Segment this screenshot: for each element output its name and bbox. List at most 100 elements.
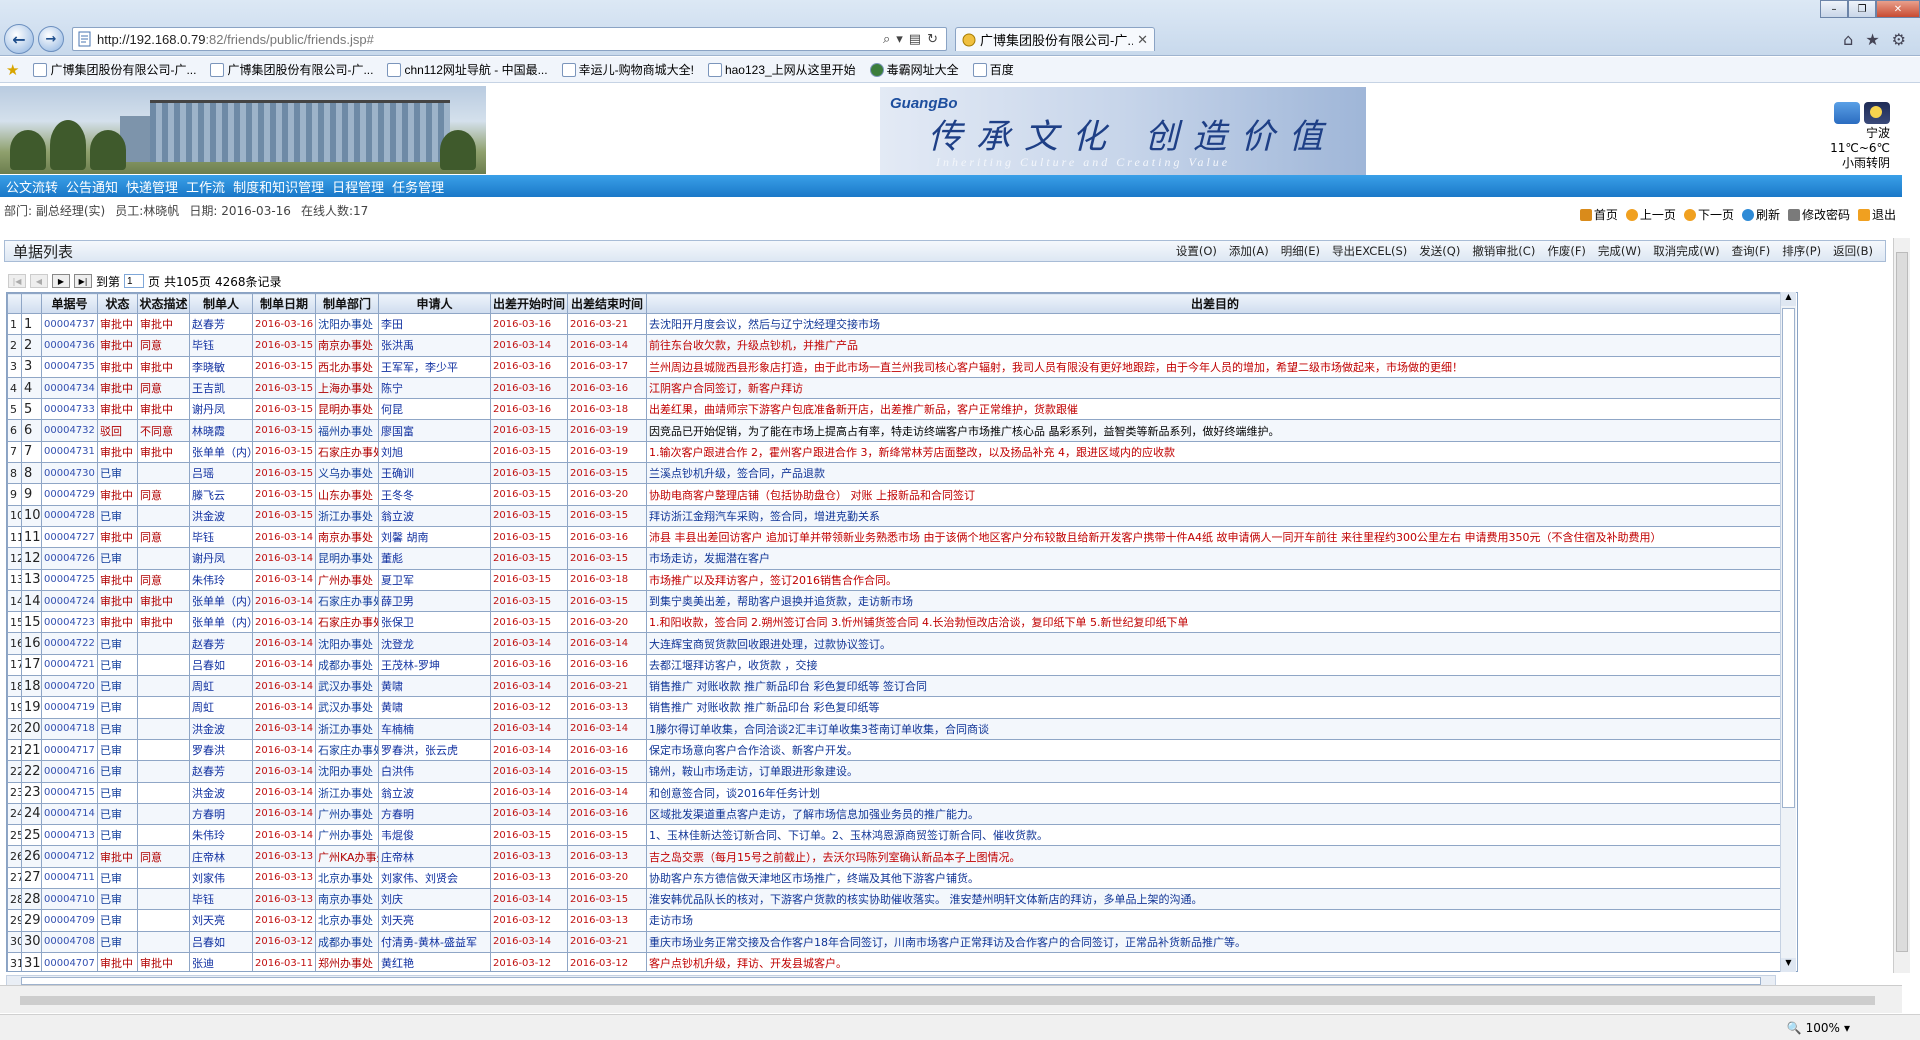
home-icon[interactable]: ⌂ <box>1843 30 1853 49</box>
home-link[interactable]: 首页 <box>1579 206 1618 223</box>
table-row[interactable]: 7 7 00004731 审批中 审批中 张单单（内） 2016-03-15 石家庄办事处 刘旭… <box>7 440 1784 464</box>
refresh-icon[interactable]: ↻ <box>927 32 938 47</box>
column-header[interactable]: 出差结束时间 <box>567 293 647 314</box>
export-excel-button[interactable]: 导出EXCEL(S) <box>1332 243 1407 259</box>
column-header[interactable]: 申请人 <box>378 293 491 314</box>
table-row[interactable]: 292900004709已审刘天亮2016-03-12北京办事处刘天亮2016-… <box>7 909 1784 932</box>
favorite-item[interactable]: 广博集团股份有限公司-广... <box>210 61 373 78</box>
logout-link[interactable]: 退出 <box>1857 206 1896 223</box>
tab-close-icon[interactable]: ✕ <box>1137 32 1148 48</box>
close-window-button[interactable]: ✕ <box>1876 0 1920 18</box>
grid-vertical-scrollbar[interactable]: ▲ ▼ <box>1780 292 1796 972</box>
table-row[interactable]: 252500004713已审朱伟玲2016-03-14广州办事处韦焜俊2016-… <box>7 824 1784 847</box>
column-header[interactable] <box>7 293 22 314</box>
table-row[interactable]: 171700004721已审吕春如2016-03-14成都办事处王茂林-罗坤20… <box>7 653 1784 677</box>
table-row[interactable]: 232300004715已审洪金波2016-03-14浙江办事处翁立波2016-… <box>7 781 1784 804</box>
first-page-button[interactable]: |◀ <box>8 274 26 288</box>
table-row[interactable]: 1 1 00004737 审批中 审批中 赵春芳 2016-03-16 沈阳办事处 李田 2016… <box>7 312 1784 336</box>
table-row[interactable]: 191900004719已审周虹2016-03-14武汉办事处黄啸2016-03… <box>7 696 1784 719</box>
column-header[interactable]: 出差开始时间 <box>490 293 568 314</box>
menu-item[interactable]: 快递管理 <box>126 177 178 196</box>
void-button[interactable]: 作废(F) <box>1547 243 1586 259</box>
table-row[interactable]: 2 2 00004736 审批中 同意 毕钰 2016-03-15 南京办事处 张洪禹 2016-… <box>7 334 1784 357</box>
dropdown-icon[interactable]: ▾ <box>896 32 903 47</box>
table-row[interactable]: 313100004707审批中审批中张迪2016-03-11郑州办事处黄红艳20… <box>7 951 1784 971</box>
next-page-button[interactable]: ▶ <box>52 274 70 288</box>
cancel-complete-button[interactable]: 取消完成(W) <box>1653 243 1719 259</box>
table-row[interactable]: 5 5 00004733 审批中 审批中 谢丹凤 2016-03-15 昆明办事处 何昆 2016… <box>7 398 1784 421</box>
menu-item[interactable]: 任务管理 <box>392 177 444 196</box>
column-header[interactable]: 制单日期 <box>252 293 316 314</box>
prev-page-button[interactable]: ◀ <box>30 274 48 288</box>
scroll-up-icon[interactable]: ▲ <box>1781 292 1796 306</box>
page-number-input[interactable] <box>124 274 145 288</box>
column-header[interactable]: 制单部门 <box>315 293 379 314</box>
menu-item[interactable]: 公告通知 <box>66 177 118 196</box>
back-button-list[interactable]: 返回(B) <box>1833 243 1873 259</box>
window-horizontal-scrollbar[interactable] <box>0 985 1902 1013</box>
table-row[interactable]: 121200004726已审谢丹凤2016-03-14昆明办事处董彪2016-0… <box>7 547 1784 570</box>
favorites-star-icon[interactable]: ★ <box>1865 30 1879 49</box>
column-header[interactable]: 制单人 <box>189 293 253 314</box>
table-row[interactable]: 8 8 00004730 已审 吕瑶 2016-03-15 义乌办事处 王确训 2016-03-… <box>7 462 1784 485</box>
query-button[interactable]: 查询(F) <box>1732 243 1771 259</box>
table-row[interactable]: 303000004708已审吕春如2016-03-12成都办事处付清勇-黄林-盛… <box>7 930 1784 953</box>
table-row[interactable]: 262600004712审批中同意庄帝林2016-03-13广州KA办事处庄帝林… <box>7 845 1784 868</box>
minimize-button[interactable]: – <box>1820 0 1848 18</box>
scroll-down-icon[interactable]: ▼ <box>1781 958 1796 972</box>
table-row[interactable]: 202000004718已审洪金波2016-03-14浙江办事处车楠楠2016-… <box>7 717 1784 740</box>
send-button[interactable]: 发送(Q) <box>1419 243 1460 259</box>
table-row[interactable]: 9 9 00004729 审批中 同意 滕飞云 2016-03-15 山东办事处 王冬冬 2016… <box>7 483 1784 506</box>
table-row[interactable]: 151500004723审批中审批中张单单（内）2016-03-14石家庄办事处… <box>7 611 1784 634</box>
prev-page-link[interactable]: 上一页 <box>1625 206 1676 223</box>
favorite-item[interactable]: 广博集团股份有限公司-广... <box>33 61 196 78</box>
compat-view-icon[interactable]: ▤ <box>909 32 921 47</box>
forward-button[interactable]: → <box>38 26 64 52</box>
zoom-level[interactable]: 100% <box>1806 1021 1840 1035</box>
menu-item[interactable]: 日程管理 <box>332 177 384 196</box>
tab-active[interactable]: 广博集团股份有限公司-广... ✕ <box>955 27 1155 51</box>
settings-button[interactable]: 设置(O) <box>1176 243 1217 259</box>
detail-button[interactable]: 明细(E) <box>1281 243 1320 259</box>
table-row[interactable]: 131300004725审批中同意朱伟玲2016-03-14广州办事处夏卫军20… <box>7 568 1784 591</box>
table-row[interactable]: 212100004717已审罗春洪2016-03-14石家庄办事处罗春洪，张云虎… <box>7 738 1784 762</box>
maximize-button[interactable]: ❐ <box>1848 0 1876 18</box>
refresh-link[interactable]: 刷新 <box>1741 206 1780 223</box>
settings-gear-icon[interactable]: ⚙ <box>1892 30 1906 49</box>
sort-button[interactable]: 排序(P) <box>1782 243 1821 259</box>
favorite-item[interactable]: 毒霸网址大全 <box>869 61 959 78</box>
column-header[interactable]: 单据号 <box>41 293 98 314</box>
table-row[interactable]: 6 6 00004732 驳回 不同意 林晓霞 2016-03-15 福州办事处 廖国富 2016… <box>7 419 1784 442</box>
table-row[interactable]: 3 3 00004735 审批中 审批中 李晓敏 2016-03-15 西北办事处 王军军，李少… <box>7 355 1784 378</box>
menu-item[interactable]: 公文流转 <box>6 177 58 196</box>
favorite-item[interactable]: 幸运儿-购物商城大全! <box>561 61 694 78</box>
table-row[interactable]: 272700004711已审刘家伟2016-03-13北京办事处刘家伟、刘贤会2… <box>7 866 1784 890</box>
menu-item[interactable]: 制度和知识管理 <box>233 177 324 196</box>
zoom-dropdown-icon[interactable]: ▾ <box>1844 1021 1850 1035</box>
menu-item[interactable]: 工作流 <box>186 177 225 196</box>
add-button[interactable]: 添加(A) <box>1229 243 1269 259</box>
table-row[interactable]: 101000004728已审洪金波2016-03-15浙江办事处翁立波2016-… <box>7 504 1784 527</box>
scroll-thumb[interactable] <box>1782 308 1795 808</box>
column-header[interactable]: 状态描述 <box>137 293 190 314</box>
change-password-link[interactable]: 修改密码 <box>1787 206 1850 223</box>
complete-button[interactable]: 完成(W) <box>1598 243 1641 259</box>
column-header[interactable]: 出差目的 <box>646 293 1784 314</box>
favorite-item[interactable]: hao123_上网从这里开始 <box>707 61 856 78</box>
table-row[interactable]: 282800004710已审毕钰2016-03-13南京办事处刘庆2016-03… <box>7 888 1784 911</box>
back-button[interactable]: ← <box>4 24 34 54</box>
table-row[interactable]: 141400004724审批中审批中张单单（内）2016-03-14石家庄办事处… <box>7 589 1784 613</box>
address-bar[interactable]: http://192.168.0.79:82/friends/public/fr… <box>72 27 947 51</box>
table-row[interactable]: 181800004720已审周虹2016-03-14武汉办事处黄啸2016-03… <box>7 675 1784 698</box>
table-row[interactable]: 161600004722已审赵春芳2016-03-14沈阳办事处沈登龙2016-… <box>7 632 1784 655</box>
column-header[interactable]: 状态 <box>97 293 138 314</box>
revoke-approval-button[interactable]: 撤销审批(C) <box>1472 243 1535 259</box>
favorite-item[interactable]: 百度 <box>972 61 1014 78</box>
column-header[interactable] <box>21 293 42 314</box>
favorite-item[interactable]: chn112网址导航 - 中国最... <box>387 61 548 78</box>
address-url[interactable]: http://192.168.0.79:82/friends/public/fr… <box>97 32 883 47</box>
search-icon[interactable]: ⌕ <box>883 32 890 47</box>
table-row[interactable]: 242400004714已审方春明2016-03-14广州办事处方春明2016-… <box>7 802 1784 826</box>
table-row[interactable]: 222200004716已审赵春芳2016-03-14沈阳办事处白洪伟2016-… <box>7 760 1784 783</box>
page-vertical-scrollbar[interactable] <box>1893 238 1910 973</box>
